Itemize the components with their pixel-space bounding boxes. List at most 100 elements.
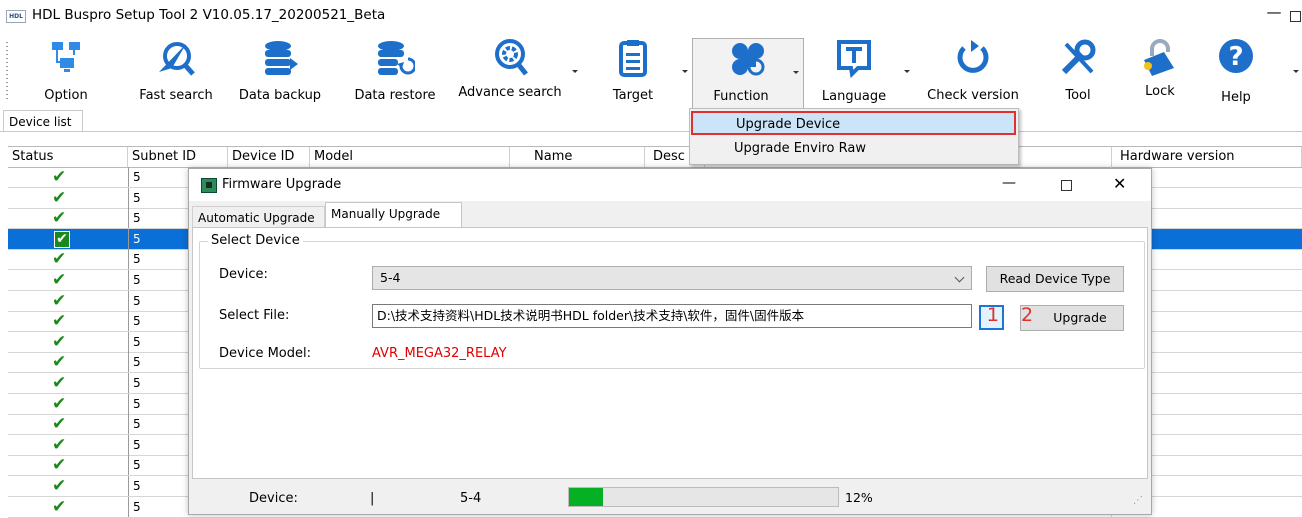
subnet-id-cell: 5 — [128, 373, 188, 393]
column-name[interactable]: Name — [510, 147, 645, 167]
subnet-id-cell: 5 — [128, 434, 188, 455]
subnet-id-cell: 5 — [128, 270, 188, 290]
svg-text:?: ? — [1228, 42, 1243, 72]
toolbar: Option Fast search Data backup Data rest… — [0, 30, 1302, 109]
network-icon — [52, 42, 80, 72]
subnet-id-cell: 5 — [128, 393, 188, 414]
subnet-id-cell: 5 — [128, 331, 188, 352]
maximize-button[interactable] — [1290, 3, 1302, 25]
check-version-button[interactable]: Check version — [918, 30, 1028, 106]
title-bar: HDL HDL Buspro Setup Tool 2 V10.05.17_20… — [0, 0, 1302, 30]
status-check-icon: ✔ — [52, 249, 67, 270]
toolbar-grip[interactable] — [6, 42, 8, 102]
wrench-screwdriver-icon — [1061, 39, 1096, 75]
fast-search-button[interactable]: Fast search — [134, 30, 218, 106]
data-restore-label: Data restore — [354, 88, 436, 103]
device-model-value: AVR_MEGA32_RELAY — [372, 346, 507, 361]
dialog-minimize-button[interactable]: — — [1002, 175, 1016, 191]
tab-device-list[interactable]: Device list — [3, 110, 83, 132]
subnet-id-cell: 5 — [128, 352, 188, 373]
subnet-id-cell: 5 — [128, 290, 188, 311]
dialog-maximize-button[interactable] — [1061, 180, 1072, 191]
function-label: Function — [713, 89, 769, 104]
dialog-close-button[interactable]: ✕ — [1113, 174, 1126, 193]
database-restore-icon — [378, 41, 415, 75]
subnet-id-cell: 5 — [128, 187, 188, 208]
target-button[interactable]: Target — [603, 30, 663, 106]
data-restore-button[interactable]: Data restore — [350, 30, 440, 106]
dialog-title: Firmware Upgrade — [222, 177, 342, 192]
upgrade-progress-bar — [568, 487, 839, 507]
help-label: Help — [1221, 90, 1251, 105]
status-check-icon: ✔ — [52, 476, 67, 496]
fast-search-label: Fast search — [139, 88, 213, 103]
database-icon — [265, 41, 298, 75]
lock-icon — [1144, 39, 1174, 76]
subnet-id-cell: 5 — [128, 455, 188, 476]
status-check-icon: ✔ — [52, 331, 67, 352]
advance-search-dropdown-arrow[interactable] — [572, 70, 578, 73]
menu-item-upgrade-device[interactable]: Upgrade Device — [691, 111, 1016, 135]
annotation-number-2: 2 — [1021, 304, 1034, 326]
status-check-icon: ✔ — [52, 270, 67, 290]
lock-button[interactable]: Lock — [1130, 30, 1190, 106]
select-device-group: Select Device Device: 5-4 Read Device Ty… — [199, 233, 1145, 369]
device-label: Device: — [219, 267, 268, 282]
firmware-upgrade-dialog: Firmware Upgrade — ✕ Automatic Upgrade M… — [188, 168, 1152, 515]
status-check-icon: ✔ — [52, 393, 67, 414]
status-device-label: Device: — [249, 491, 298, 506]
status-check-icon: ✔ — [52, 311, 67, 332]
tab-strip-divider — [0, 131, 1302, 132]
advance-search-label: Advance search — [458, 85, 562, 100]
paper-plane-search-icon — [159, 42, 195, 76]
target-dropdown-arrow[interactable] — [682, 70, 688, 73]
status-check-icon: ✔ — [52, 455, 67, 476]
subnet-id-cell: 5 — [128, 476, 188, 496]
language-button[interactable]: Language — [812, 30, 896, 106]
minimize-button[interactable]: — — [1264, 3, 1284, 25]
resize-grip[interactable]: ⋰ — [1133, 495, 1143, 506]
menu-item-upgrade-enviro-raw[interactable]: Upgrade Enviro Raw — [691, 137, 1016, 161]
annotation-number-1: 1 — [987, 304, 1000, 326]
column-hardware-version[interactable]: Hardware version — [1111, 147, 1302, 167]
function-button[interactable]: Function — [692, 38, 804, 109]
subnet-id-cell: 5 — [128, 414, 188, 435]
advance-search-button[interactable]: Advance search — [455, 30, 565, 106]
function-dropdown-arrow[interactable] — [793, 71, 799, 74]
device-select-value: 5-4 — [380, 270, 401, 285]
help-dropdown-arrow[interactable] — [1293, 70, 1299, 73]
column-subnet-id[interactable]: Subnet ID — [128, 147, 228, 167]
select-file-input[interactable]: D:\技术支持资料\HDL技术说明书HDL folder\技术支持\软件，固件\… — [372, 304, 972, 328]
tab-automatic-upgrade[interactable]: Automatic Upgrade — [192, 206, 325, 229]
column-device-id[interactable]: Device ID — [228, 147, 310, 167]
subnet-id-cell: 5 — [128, 496, 188, 517]
chevron-down-icon — [954, 272, 965, 283]
help-button[interactable]: ? Help — [1206, 30, 1266, 106]
device-model-label: Device Model: — [219, 346, 312, 361]
function-menu: Upgrade Device Upgrade Enviro Raw — [689, 108, 1019, 165]
option-button[interactable]: Option — [36, 30, 96, 106]
tab-manually-upgrade[interactable]: Manually Upgrade — [325, 202, 462, 228]
clipboard-icon — [619, 40, 647, 77]
subnet-id-cell: 5 — [128, 249, 188, 270]
device-grid-header: Status Subnet ID Device ID Model Name De… — [8, 146, 1302, 168]
text-t-icon — [837, 40, 871, 78]
group-title: Select Device — [208, 233, 303, 248]
device-select[interactable]: 5-4 — [372, 266, 972, 290]
progress-fill — [569, 488, 603, 506]
manual-upgrade-panel: Select Device Device: 5-4 Read Device Ty… — [192, 227, 1148, 479]
upgrade-button[interactable]: Upgrade — [1020, 305, 1124, 331]
status-check-icon: ✔ — [52, 290, 67, 311]
status-check-icon: ✔ — [52, 352, 67, 373]
status-check-icon: ✔ — [52, 208, 67, 229]
read-device-type-button[interactable]: Read Device Type — [986, 266, 1124, 292]
column-model[interactable]: Model — [310, 147, 510, 167]
data-backup-button[interactable]: Data backup — [238, 30, 322, 106]
language-dropdown-arrow[interactable] — [904, 70, 910, 73]
subnet-id-cell: 5 — [128, 167, 188, 187]
column-status[interactable]: Status — [8, 147, 128, 167]
status-check-icon: ✔ — [54, 230, 70, 248]
tool-button[interactable]: Tool — [1048, 30, 1108, 106]
tool-label: Tool — [1065, 88, 1091, 103]
check-version-label: Check version — [927, 88, 1019, 103]
